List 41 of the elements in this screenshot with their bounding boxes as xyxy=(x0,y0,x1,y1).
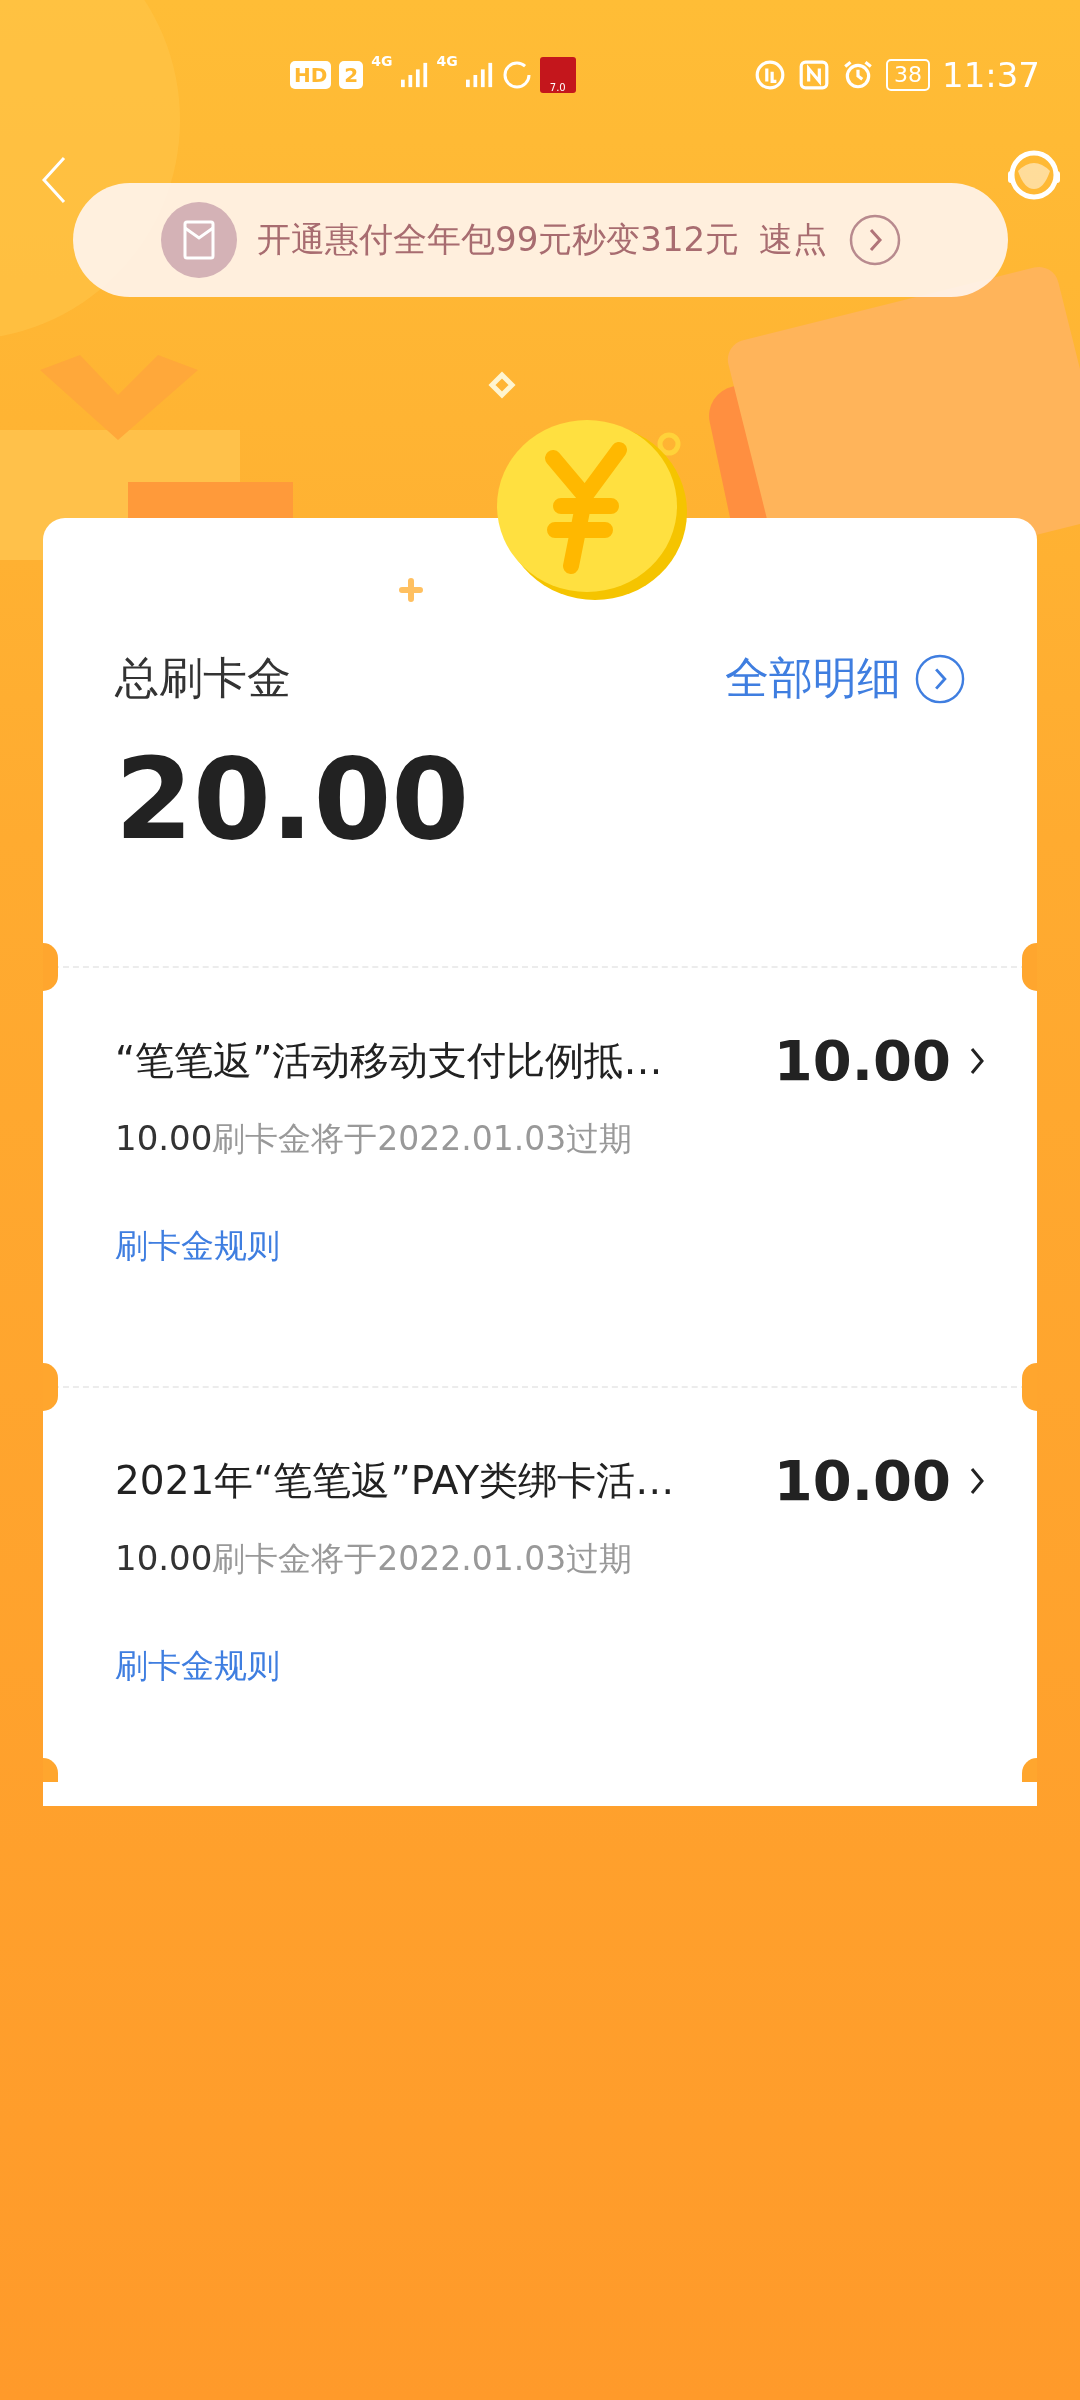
expiry-note: 刷卡金将于2022.01.03过期 xyxy=(212,1118,633,1160)
envelope-icon xyxy=(161,202,237,278)
clock: 11:37 xyxy=(942,55,1040,95)
item-title: “笔笔返”活动移动支付比例抵… xyxy=(115,1036,663,1085)
chevron-icon xyxy=(849,214,902,266)
sparkle-icon xyxy=(399,578,423,602)
item-title: 2021年“笔笔返”PAY类绑卡活… xyxy=(115,1456,675,1505)
promo-text: 开通惠付全年包99元秒变312元 xyxy=(257,218,740,261)
signal-icon xyxy=(400,62,429,88)
alarm-icon xyxy=(842,59,874,91)
promo-action: 速点 xyxy=(759,218,828,261)
hd-indicator: HD xyxy=(290,61,332,89)
rules-link[interactable]: 刷卡金规则 xyxy=(115,1224,280,1269)
sim-indicator: 2 xyxy=(339,61,364,89)
card-notch xyxy=(43,1363,58,1411)
network-label: 4G xyxy=(436,53,458,69)
details-link[interactable]: 全部明细 xyxy=(725,649,965,708)
signal-icon xyxy=(465,62,494,88)
item-amount: 10.00 xyxy=(773,1448,951,1513)
app-badge: 7.0 xyxy=(539,57,576,93)
total-label: 总刷卡金 xyxy=(115,651,291,705)
card-notch xyxy=(43,1758,58,1782)
card-notch xyxy=(1022,1758,1037,1782)
nfc-icon xyxy=(798,59,830,91)
expiring-amount: 10.00 xyxy=(115,1118,213,1158)
card-notch xyxy=(43,943,58,991)
item-amount: 10.00 xyxy=(773,1028,951,1093)
chevron-icon[interactable] xyxy=(969,1045,985,1076)
total-amount: 20.00 xyxy=(115,738,471,862)
battery-icon: 38 xyxy=(886,59,930,91)
promo-banner[interactable]: 开通惠付全年包99元秒变312元 速点 xyxy=(73,183,1008,297)
network-label: 4G xyxy=(371,53,393,69)
chevron-icon xyxy=(915,653,965,704)
expiring-amount: 10.00 xyxy=(115,1538,213,1578)
data-saver-icon xyxy=(754,59,786,91)
rules-link[interactable]: 刷卡金规则 xyxy=(115,1644,280,1689)
chevron-icon[interactable] xyxy=(969,1465,985,1496)
expiry-note: 刷卡金将于2022.01.03过期 xyxy=(212,1538,633,1580)
card-notch xyxy=(1022,943,1037,991)
card-notch xyxy=(1022,1363,1037,1411)
loading-icon xyxy=(501,60,532,90)
